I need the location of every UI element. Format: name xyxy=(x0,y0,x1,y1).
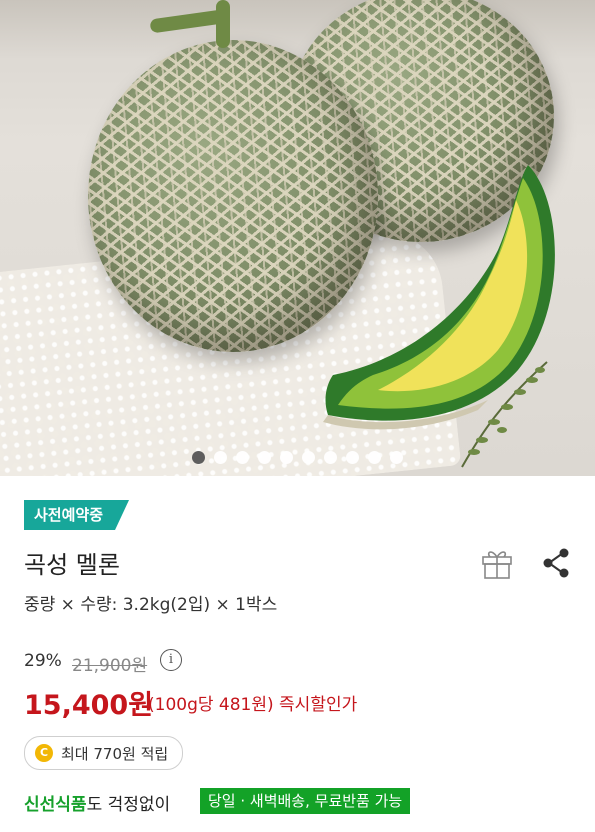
preorder-badge: 사전예약중 xyxy=(24,500,129,530)
fresh-promo: 신선식품도 걱정없이 xyxy=(24,790,170,815)
info-icon[interactable]: i xyxy=(160,649,182,671)
share-icon[interactable] xyxy=(540,546,572,580)
coin-icon: C xyxy=(35,744,53,762)
fresh-highlight: 신선식품 xyxy=(24,795,87,815)
carousel-dot[interactable] xyxy=(258,451,271,464)
carousel-dot[interactable] xyxy=(368,451,381,464)
sale-price: 15,400원 xyxy=(24,690,154,721)
carousel-dot[interactable] xyxy=(214,451,227,464)
product-spec: 중량 × 수량: 3.2kg(2입) × 1박스 xyxy=(24,595,278,615)
carousel-indicators xyxy=(0,451,595,465)
carousel-dot[interactable] xyxy=(390,451,403,464)
original-price: 21,900원 xyxy=(72,656,148,676)
points-label: 최대 770원 적립 xyxy=(61,744,169,763)
fresh-text: 도 걱정없이 xyxy=(86,795,171,815)
carousel-dot[interactable] xyxy=(236,451,249,464)
points-chip[interactable]: C 최대 770원 적립 xyxy=(24,736,184,770)
carousel-dot[interactable] xyxy=(324,451,337,464)
carousel-dot[interactable] xyxy=(280,451,293,464)
carousel-dot[interactable] xyxy=(302,451,315,464)
melon-stem-vertical xyxy=(216,0,230,48)
discount-percent: 29% xyxy=(24,651,62,671)
gift-icon[interactable] xyxy=(480,546,514,580)
price-per-unit-note: (100g당 481원) 즉시할인가 xyxy=(148,695,358,715)
product-title: 곡성 멜론 xyxy=(24,551,120,579)
product-image-carousel[interactable] xyxy=(0,0,595,476)
carousel-dot[interactable] xyxy=(346,451,359,464)
delivery-tag: 당일 · 새벽배송, 무료반품 가능 xyxy=(200,788,411,814)
carousel-dot[interactable] xyxy=(192,451,205,464)
